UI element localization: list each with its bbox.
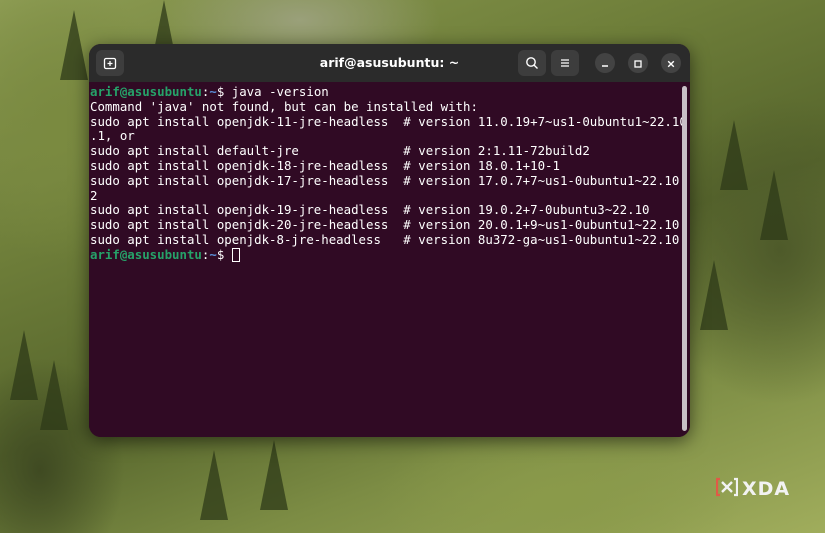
terminal-window[interactable]: arif@asusubuntu: ~ arif@asusubuntu:~$ ja… bbox=[89, 44, 690, 437]
background-tree bbox=[200, 450, 228, 520]
output-line: sudo apt install openjdk-8-jre-headless … bbox=[90, 232, 680, 247]
xda-logo-icon bbox=[715, 476, 739, 502]
close-button[interactable] bbox=[661, 53, 681, 73]
output-line: .1, or bbox=[90, 129, 135, 144]
window-titlebar[interactable]: arif@asusubuntu: ~ bbox=[89, 44, 690, 82]
active-prompt-line[interactable]: arif@asusubuntu:~$ bbox=[90, 247, 690, 263]
text-cursor bbox=[231, 247, 240, 262]
background-tree bbox=[10, 330, 38, 400]
terminal-output-area[interactable]: arif@asusubuntu:~$ java -version Command… bbox=[89, 82, 690, 437]
minimize-icon bbox=[600, 54, 610, 73]
prompt-path: ~ bbox=[209, 247, 217, 262]
prompt-user: arif@asusubuntu bbox=[90, 85, 202, 99]
new-tab-button[interactable] bbox=[96, 50, 124, 76]
background-tree bbox=[700, 260, 728, 330]
output-line: sudo apt install openjdk-11-jre-headless… bbox=[90, 114, 687, 129]
output-line: sudo apt install openjdk-18-jre-headless… bbox=[90, 158, 560, 173]
close-icon bbox=[666, 54, 676, 73]
search-button[interactable] bbox=[518, 50, 546, 76]
prompt-symbol: $ bbox=[216, 247, 232, 262]
prompt-user: arif@asusubuntu bbox=[90, 247, 202, 262]
command-line: arif@asusubuntu:~$ java -version bbox=[90, 85, 690, 100]
minimize-button[interactable] bbox=[595, 53, 615, 73]
output-line: sudo apt install openjdk-17-jre-headless… bbox=[90, 173, 687, 188]
background-tree bbox=[720, 120, 748, 190]
output-line: sudo apt install openjdk-19-jre-headless… bbox=[90, 203, 650, 218]
output-line: sudo apt install default-jre # version 2… bbox=[90, 144, 590, 159]
command-text: java -version bbox=[231, 85, 329, 99]
menu-button[interactable] bbox=[551, 50, 579, 76]
output-line: 2 bbox=[90, 188, 98, 203]
background-tree bbox=[40, 360, 68, 430]
output-line: sudo apt install openjdk-20-jre-headless… bbox=[90, 218, 680, 233]
prompt-symbol: $ bbox=[216, 85, 232, 99]
watermark-brand-text: XDA bbox=[742, 478, 791, 500]
hamburger-menu-icon bbox=[558, 56, 572, 70]
prompt-path: ~ bbox=[209, 85, 217, 99]
background-tree bbox=[60, 10, 88, 80]
new-tab-icon bbox=[103, 56, 117, 70]
maximize-button[interactable] bbox=[628, 53, 648, 73]
terminal-scrollbar[interactable] bbox=[682, 86, 687, 431]
output-line: Command 'java' not found, but can be ins… bbox=[90, 99, 478, 114]
background-tree bbox=[260, 440, 288, 510]
search-icon bbox=[525, 56, 539, 70]
maximize-icon bbox=[633, 54, 643, 73]
brand-watermark: XDA bbox=[715, 476, 791, 502]
background-tree bbox=[760, 170, 788, 240]
